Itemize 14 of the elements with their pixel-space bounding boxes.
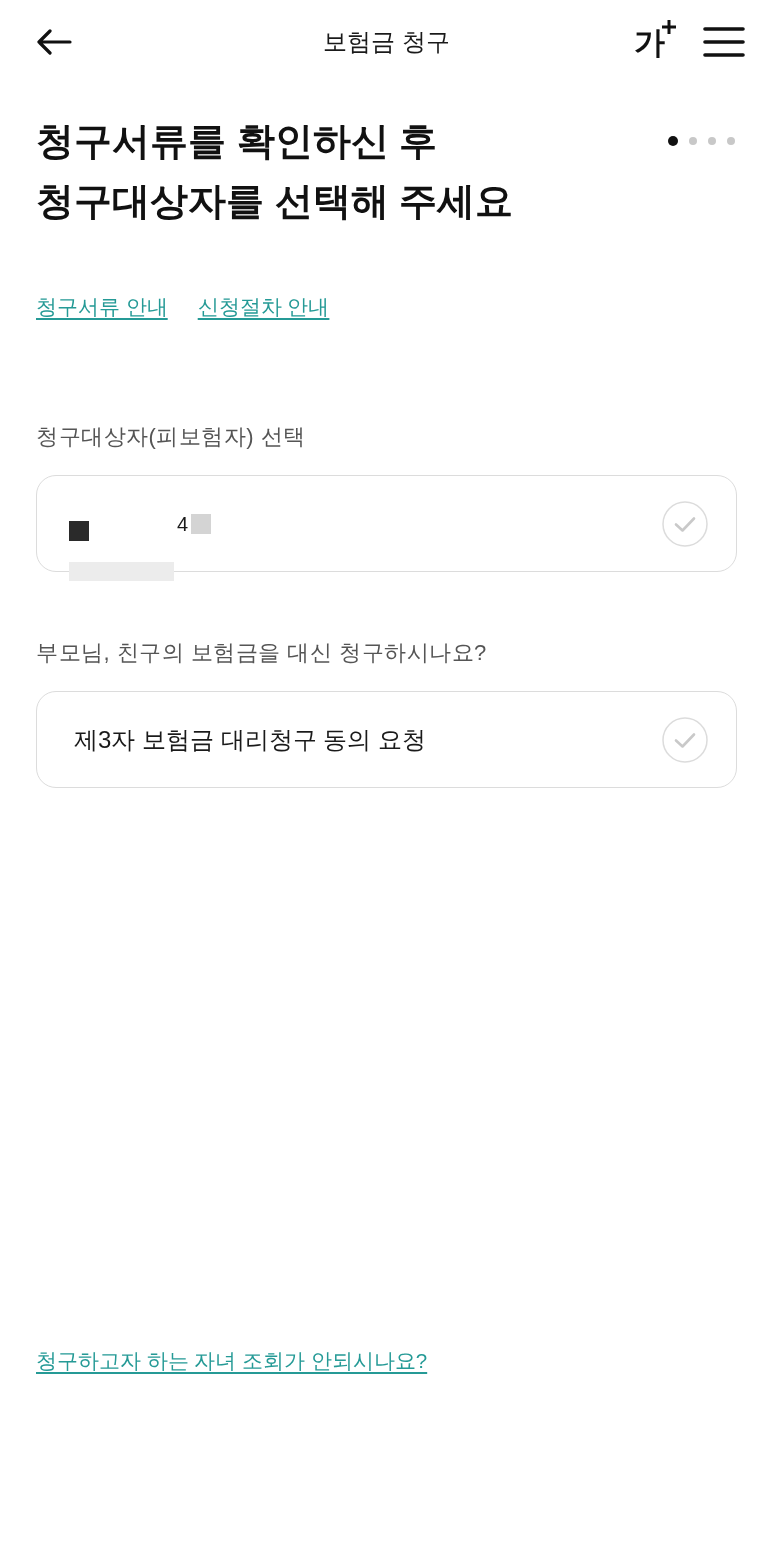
- page-heading: 청구서류를 확인하신 후 청구대상자를 선택해 주세요: [36, 119, 514, 224]
- font-size-button[interactable]: 가: [634, 18, 677, 60]
- guide-link[interactable]: 청구서류 안내: [36, 293, 168, 321]
- menu-button[interactable]: [703, 26, 745, 58]
- page-title: 보험금 청구: [323, 27, 450, 57]
- back-arrow-icon: [36, 29, 72, 55]
- menu-icon: [703, 26, 745, 58]
- selection-option[interactable]: 제3자 보험금 대리청구 동의 요청: [36, 691, 737, 788]
- section-label: 부모님, 친구의 보험금을 대신 청구하시나요?: [36, 639, 488, 667]
- selection-option[interactable]: 4: [36, 475, 737, 572]
- section-label: 청구대상자(피보험자) 선택: [36, 423, 307, 451]
- redaction-block: [191, 513, 212, 534]
- guide-link[interactable]: 신청절차 안내: [197, 293, 330, 321]
- redaction-block: [69, 520, 89, 541]
